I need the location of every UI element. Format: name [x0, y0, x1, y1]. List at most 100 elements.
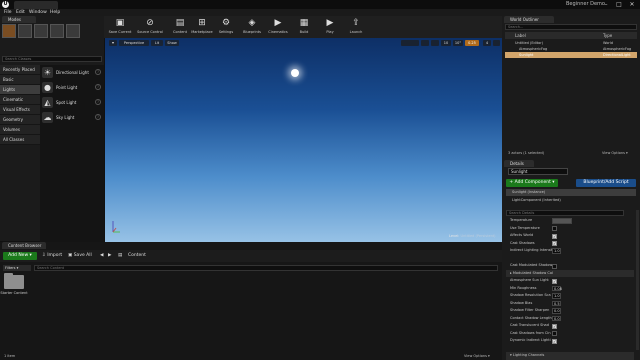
property-checkbox[interactable]: ✓ [552, 241, 557, 246]
property-row[interactable]: Dynamic Indirect Lighti ✓ [506, 337, 634, 345]
foliage-mode-icon[interactable] [50, 24, 64, 38]
perspective-button[interactable]: Perspective [119, 40, 149, 46]
save-current-button[interactable]: ▣ Save Current [106, 16, 134, 38]
category-geometry[interactable]: Geometry [0, 115, 40, 125]
minimize-icon[interactable]: – [600, 1, 612, 8]
property-row[interactable]: Shadow Filter Sharpen 0.0 [506, 307, 634, 315]
help-icon[interactable]: ? [95, 84, 101, 90]
property-checkbox[interactable] [552, 226, 557, 231]
menu-help[interactable]: Help [50, 9, 60, 16]
menu-edit[interactable]: Edit [16, 9, 25, 16]
surface-snap-icon[interactable] [431, 40, 439, 46]
build-button[interactable]: ▦ Build [290, 16, 318, 38]
place-point-light[interactable]: ● Point Light ? [40, 80, 104, 95]
component-item[interactable]: Sunlight (Instance) [506, 189, 636, 196]
level-tab[interactable] [14, 1, 58, 9]
outliner-search-input[interactable]: Search... [505, 24, 637, 30]
maximize-icon[interactable]: □ [613, 1, 625, 8]
launch-button[interactable]: ⇪ Launch [342, 16, 370, 38]
col-type[interactable]: Type [603, 32, 612, 39]
close-icon[interactable]: ✕ [626, 1, 638, 8]
menu-window[interactable]: Window [29, 9, 47, 16]
property-checkbox[interactable]: ✓ [552, 278, 557, 284]
grid-snap-value[interactable]: 10 [441, 40, 451, 46]
breadcrumb[interactable]: Content [128, 252, 146, 260]
maximize-viewport-icon[interactable] [493, 40, 500, 46]
viewport-options-button[interactable]: ▾ [109, 40, 117, 46]
property-checkbox[interactable] [552, 263, 557, 269]
category-all-classes[interactable]: All Classes [0, 135, 40, 145]
category-basic[interactable]: Basic [0, 75, 40, 85]
property-value-field[interactable]: 1.0 [552, 248, 561, 254]
actor-name-field[interactable]: Sunlight [508, 168, 568, 175]
property-row[interactable]: Shadow Bias 0.5 [506, 300, 634, 308]
property-row[interactable]: Cast Shadows from Cin [506, 330, 634, 338]
property-checkbox[interactable]: ✓ [552, 233, 557, 239]
property-row[interactable]: Contact Shadow Length 0.0 [506, 315, 634, 323]
property-value-field[interactable]: 0.5 [552, 300, 561, 306]
blueprints-button[interactable]: ◈ Blueprints [238, 16, 266, 38]
property-value-field[interactable] [552, 218, 572, 224]
settings-button[interactable]: ⚙ Settings [212, 16, 240, 38]
property-value-field[interactable]: 0.0 [552, 315, 561, 321]
add-new-button[interactable]: Add New ▾ [3, 252, 37, 260]
property-value-field[interactable]: 1.0 [552, 293, 561, 299]
property-section[interactable]: ▾ Lighting Channels [506, 352, 634, 360]
help-icon[interactable]: ? [95, 114, 101, 120]
property-section[interactable]: ▸ Modulated Shadow Col [506, 269, 634, 277]
place-spot-light[interactable]: ◭ Spot Light ? [40, 95, 104, 110]
tab-world-outliner[interactable]: World Outliner [504, 16, 554, 23]
geometry-mode-icon[interactable] [66, 24, 80, 38]
import-button[interactable]: ⇩ Import [42, 252, 62, 260]
modes-search-input[interactable]: Search Classes [2, 56, 102, 62]
place-directional-light[interactable]: ☀ Directional Light ? [40, 65, 104, 80]
folder-path-icon[interactable]: ▤ [118, 252, 122, 260]
category-cinematic[interactable]: Cinematic [0, 95, 40, 105]
property-checkbox[interactable] [552, 331, 557, 336]
source-control-button[interactable]: ⊘ Source Control [136, 16, 164, 38]
place-mode-icon[interactable] [2, 24, 16, 38]
filters-button[interactable]: Filters ▾ [3, 265, 31, 271]
cinematics-button[interactable]: ▶ Cinematics [264, 16, 292, 38]
property-row[interactable]: Indirect Lighting Intensity 1.0 [506, 247, 634, 255]
tab-modes[interactable]: Modes [2, 16, 36, 23]
folder-icon[interactable] [4, 275, 24, 289]
transform-mode-buttons[interactable] [401, 40, 419, 46]
property-value-field[interactable]: 0.08 [552, 285, 562, 291]
help-icon[interactable]: ? [95, 69, 101, 75]
property-row[interactable]: Affects World ✓ [506, 232, 634, 240]
place-sky-light[interactable]: ☁ Sky Light ? [40, 110, 104, 125]
property-row[interactable]: Use Temperature [506, 225, 634, 233]
camera-speed-value[interactable]: 4 [483, 40, 491, 46]
category-visual-effects[interactable]: Visual Effects [0, 105, 40, 115]
tab-details[interactable]: Details [504, 160, 534, 167]
component-item[interactable]: LightComponent (Inherited) [506, 197, 636, 204]
blueprint-add-script-button[interactable]: Blueprint/Add Script [576, 179, 636, 187]
property-row[interactable]: Temperature [506, 217, 634, 225]
content-view-options[interactable]: View Options ▾ [464, 354, 490, 358]
property-row[interactable]: Shadow Resolution Sca 1.0 [506, 292, 634, 300]
level-viewport[interactable]: ▾ Perspective Lit Show 10 10° 0.25 4 Lev… [105, 38, 502, 242]
property-row[interactable]: Atmosphere Sun Light ✓ [506, 277, 634, 285]
help-icon[interactable]: ? [95, 99, 101, 105]
details-scrollbar[interactable] [636, 210, 639, 350]
show-button[interactable]: Show [165, 40, 179, 46]
history-back-icon[interactable]: ◀ [100, 252, 103, 260]
scale-snap-value[interactable]: 0.25 [465, 40, 479, 46]
property-value-field[interactable]: 0.0 [552, 308, 561, 314]
category-lights[interactable]: Lights [0, 85, 40, 95]
rotation-snap-value[interactable]: 10° [453, 40, 463, 46]
world-local-icon[interactable] [421, 40, 429, 46]
tab-content-browser[interactable]: Content Browser [2, 242, 46, 249]
lit-button[interactable]: Lit [151, 40, 163, 46]
property-checkbox[interactable]: ✓ [552, 338, 557, 344]
content-search-input[interactable]: Search Content [34, 265, 498, 271]
property-row[interactable]: Cast Modulated Shadows [506, 262, 634, 270]
category-volumes[interactable]: Volumes [0, 125, 40, 135]
details-search-input[interactable]: Search Details [506, 210, 624, 216]
add-component-button[interactable]: + Add Component ▾ [506, 179, 558, 187]
save-all-button[interactable]: ▣ Save All [68, 252, 92, 260]
landscape-mode-icon[interactable] [34, 24, 48, 38]
col-label[interactable]: Label [515, 32, 526, 39]
property-row[interactable]: Cast Shadows ✓ [506, 240, 634, 248]
